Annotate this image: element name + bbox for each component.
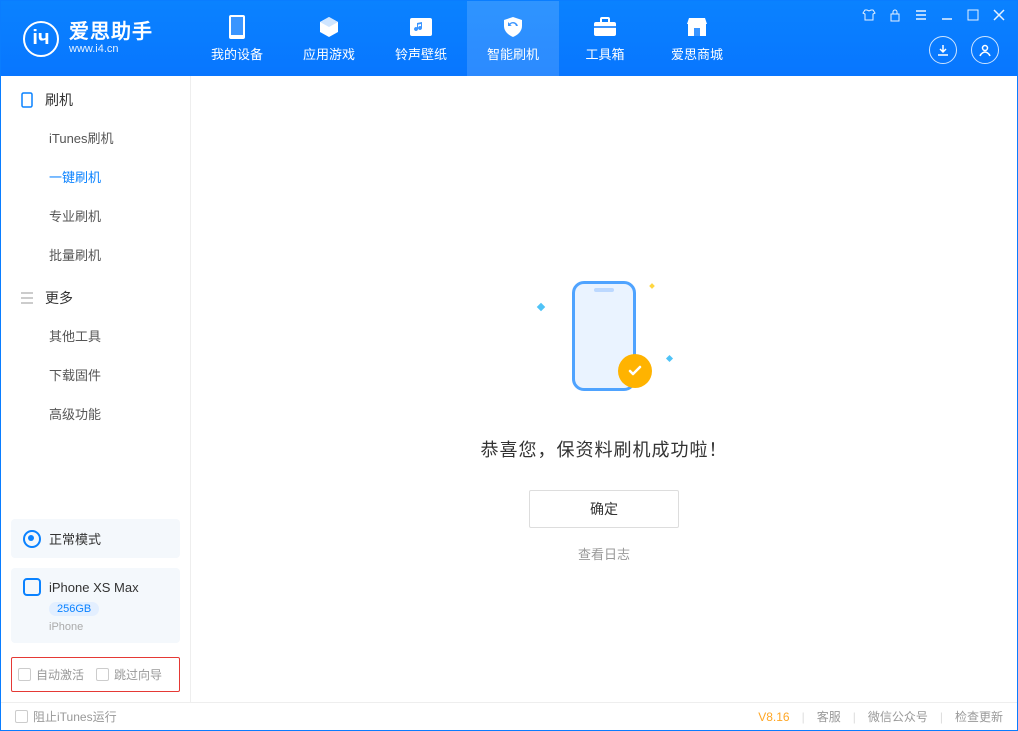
success-message: 恭喜您，保资料刷机成功啦！: [481, 436, 728, 462]
nav-flash[interactable]: 智能刷机: [467, 1, 559, 76]
highlighted-checkbox-row: 自动激活 跳过向导: [11, 657, 180, 692]
device-card[interactable]: iPhone XS Max 256GB iPhone: [11, 568, 180, 643]
ok-button[interactable]: 确定: [529, 490, 679, 528]
nav-label: 铃声壁纸: [395, 44, 447, 63]
app-url: www.i4.cn: [69, 43, 153, 55]
download-button[interactable]: [929, 36, 957, 64]
mode-label: 正常模式: [49, 529, 101, 548]
close-icon[interactable]: [991, 7, 1007, 23]
sidebar-item-itunes[interactable]: iTunes刷机: [49, 118, 190, 157]
app-title: 爱思助手: [69, 21, 153, 43]
section-title: 刷机: [45, 90, 73, 110]
body: 刷机 iTunes刷机 一键刷机 专业刷机 批量刷机 更多 其他工具 下载固件 …: [1, 76, 1017, 702]
checkbox-label: 阻止iTunes运行: [33, 708, 117, 725]
checkbox-icon: [15, 710, 28, 723]
header: iч 爱思助手 www.i4.cn 我的设备 应用游戏: [1, 1, 1017, 76]
mode-card[interactable]: 正常模式: [11, 519, 180, 558]
separator: |: [802, 710, 805, 724]
sidebar-item-batch[interactable]: 批量刷机: [49, 235, 190, 274]
window-controls: [861, 7, 1007, 23]
nav-apps[interactable]: 应用游戏: [283, 1, 375, 76]
nav-toolbox[interactable]: 工具箱: [559, 1, 651, 76]
footer-right: V8.16 | 客服 | 微信公众号 | 检查更新: [758, 708, 1003, 725]
refresh-shield-icon: [500, 14, 526, 40]
section-title: 更多: [45, 288, 73, 308]
device-name: iPhone XS Max: [49, 580, 139, 595]
maximize-icon[interactable]: [965, 7, 981, 23]
nav-label: 应用游戏: [303, 44, 355, 63]
nav-ringtone[interactable]: 铃声壁纸: [375, 1, 467, 76]
sparkle-icon: [666, 355, 673, 362]
minimize-icon[interactable]: [939, 7, 955, 23]
music-folder-icon: [408, 14, 434, 40]
checkbox-icon: [18, 668, 31, 681]
logo-text: 爱思助手 www.i4.cn: [69, 21, 153, 55]
nav-label: 智能刷机: [487, 44, 539, 63]
phone-small-icon: [19, 92, 35, 108]
sidebar-item-other[interactable]: 其他工具: [49, 316, 190, 355]
logo-area: iч 爱思助手 www.i4.cn: [1, 1, 191, 76]
toolbox-icon: [592, 14, 618, 40]
footer-link-wechat[interactable]: 微信公众号: [868, 708, 928, 725]
menu-icon[interactable]: [913, 7, 929, 23]
logo-icon: iч: [23, 21, 59, 57]
nav-label: 工具箱: [585, 44, 624, 63]
success-illustration: [534, 266, 674, 406]
top-nav: 我的设备 应用游戏 铃声壁纸 智能刷机: [191, 1, 743, 76]
app-window: iч 爱思助手 www.i4.cn 我的设备 应用游戏: [0, 0, 1018, 731]
checkbox-icon: [96, 668, 109, 681]
checkbox-label: 自动激活: [36, 666, 84, 683]
sparkle-icon: [537, 303, 545, 311]
sidebar-bottom: 正常模式 iPhone XS Max 256GB iPhone 自动激活: [1, 509, 190, 702]
sparkle-icon: [649, 283, 655, 289]
separator: |: [853, 710, 856, 724]
checkbox-label: 跳过向导: [114, 666, 162, 683]
sidebar-section-flash: 刷机: [1, 76, 190, 118]
nav-label: 我的设备: [211, 44, 263, 63]
footer-link-support[interactable]: 客服: [817, 708, 841, 725]
nav-label: 爱思商城: [671, 44, 723, 63]
separator: |: [940, 710, 943, 724]
sidebar-item-firmware[interactable]: 下载固件: [49, 355, 190, 394]
sidebar-more-items: 其他工具 下载固件 高级功能: [1, 316, 190, 433]
sidebar-item-onekey[interactable]: 一键刷机: [49, 157, 190, 196]
sidebar-item-advanced[interactable]: 高级功能: [49, 394, 190, 433]
main-content: 恭喜您，保资料刷机成功啦！ 确定 查看日志: [191, 76, 1017, 702]
sidebar-flash-items: iTunes刷机 一键刷机 专业刷机 批量刷机: [1, 118, 190, 274]
lock-icon[interactable]: [887, 7, 903, 23]
checkbox-block-itunes[interactable]: 阻止iTunes运行: [15, 708, 117, 725]
sidebar: 刷机 iTunes刷机 一键刷机 专业刷机 批量刷机 更多 其他工具 下载固件 …: [1, 76, 191, 702]
sidebar-item-pro[interactable]: 专业刷机: [49, 196, 190, 235]
footer-link-update[interactable]: 检查更新: [955, 708, 1003, 725]
cube-icon: [316, 14, 342, 40]
user-button[interactable]: [971, 36, 999, 64]
nav-my-device[interactable]: 我的设备: [191, 1, 283, 76]
checkbox-auto-activate[interactable]: 自动激活: [18, 666, 84, 683]
nav-store[interactable]: 爱思商城: [651, 1, 743, 76]
device-icon: [224, 14, 250, 40]
device-storage: 256GB: [49, 602, 99, 616]
list-icon: [19, 290, 35, 306]
checkbox-skip-guide[interactable]: 跳过向导: [96, 666, 162, 683]
device-small-icon: [23, 578, 41, 596]
device-type: iPhone: [49, 621, 168, 633]
view-log-link[interactable]: 查看日志: [578, 544, 630, 563]
footer: 阻止iTunes运行 V8.16 | 客服 | 微信公众号 | 检查更新: [1, 702, 1017, 730]
sidebar-section-more: 更多: [1, 274, 190, 316]
header-actions: [929, 36, 999, 64]
version-label: V8.16: [758, 710, 789, 724]
mode-icon: [23, 530, 41, 548]
tshirt-icon[interactable]: [861, 7, 877, 23]
checkmark-badge-icon: [618, 354, 652, 388]
store-icon: [684, 14, 710, 40]
